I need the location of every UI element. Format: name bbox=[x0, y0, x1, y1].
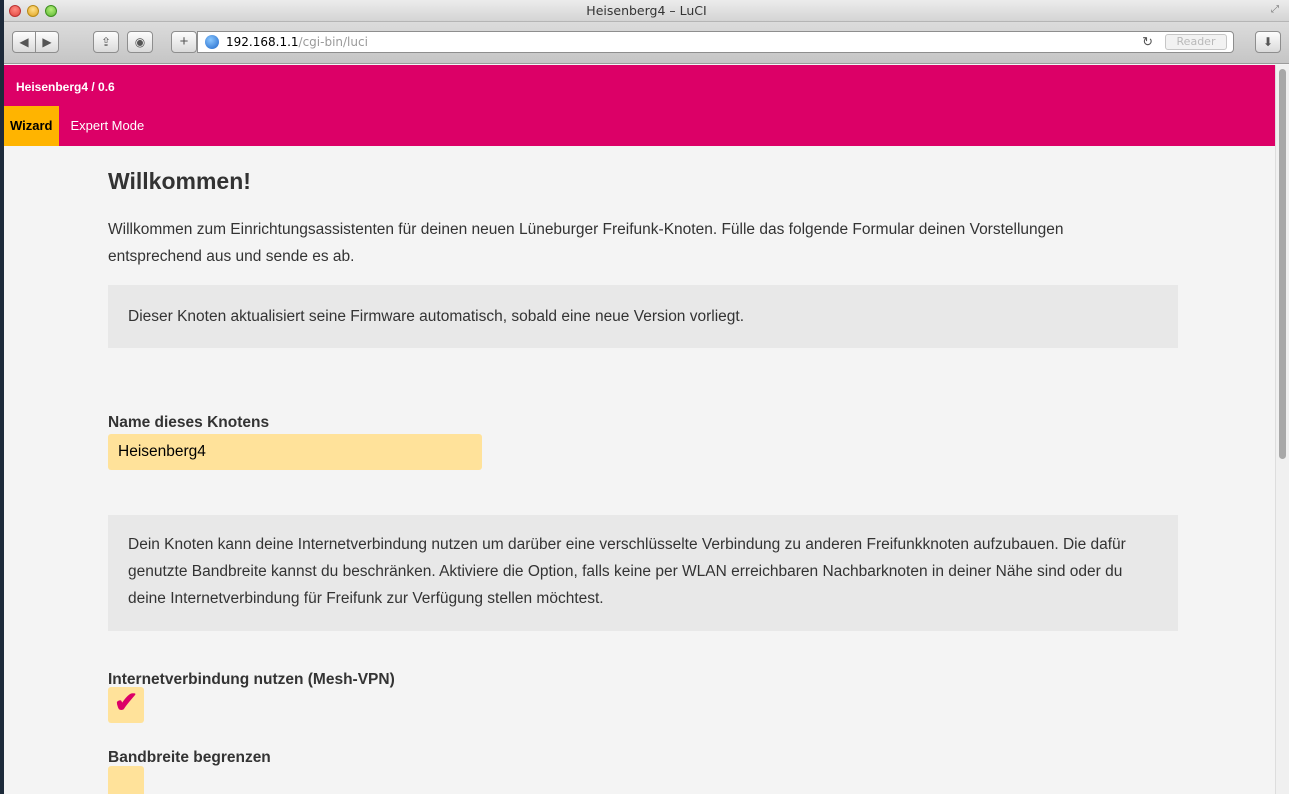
url-host: 192.168.1.1 bbox=[226, 35, 299, 49]
url-path: /cgi-bin/luci bbox=[298, 35, 368, 49]
web-page: Heisenberg4 / 0.6 Wizard Expert Mode Wil… bbox=[4, 65, 1275, 794]
brand-title: Heisenberg4 / 0.6 bbox=[16, 80, 115, 94]
fullscreen-icon[interactable]: ⤢ bbox=[1271, 4, 1283, 16]
scrollbar-thumb[interactable] bbox=[1279, 69, 1286, 459]
hostname-input[interactable] bbox=[108, 434, 482, 470]
reader-button[interactable]: Reader bbox=[1165, 34, 1227, 50]
downloads-button[interactable]: ⬇ bbox=[1255, 31, 1281, 53]
page-title: Willkommen! bbox=[108, 168, 251, 194]
browser-toolbar: ◀ ▶ ⇪ ◉ + 192.168.1.1/cgi-bin/luci ↻ Rea… bbox=[4, 22, 1289, 64]
address-bar[interactable]: 192.168.1.1/cgi-bin/luci ↻ Reader bbox=[197, 31, 1234, 53]
nav-item-wizard[interactable]: Wizard bbox=[4, 106, 59, 146]
window-title: Heisenberg4 – LuCI bbox=[586, 3, 707, 18]
mesh-vpn-notice: Dein Knoten kann deine Internetverbindun… bbox=[108, 515, 1178, 631]
hostname-label: Name dieses Knotens bbox=[108, 414, 270, 431]
intro-text: Willkommen zum Einrichtungsassistenten f… bbox=[108, 221, 1064, 265]
back-button[interactable]: ◀ bbox=[12, 31, 36, 53]
title-bar: Heisenberg4 – LuCI ⤢ bbox=[4, 0, 1289, 22]
share-icon: ⇪ bbox=[100, 35, 112, 49]
nav-item-expert-mode[interactable]: Expert Mode bbox=[59, 106, 151, 146]
top-sites-button[interactable]: ◉ bbox=[127, 31, 153, 53]
forward-button[interactable]: ▶ bbox=[35, 31, 59, 53]
globe-icon bbox=[205, 35, 219, 49]
main-nav: Wizard Expert Mode bbox=[4, 106, 150, 146]
mesh-vpn-label: Internetverbindung nutzen (Mesh-VPN) bbox=[108, 671, 395, 688]
back-arrow-icon: ◀ bbox=[19, 35, 29, 49]
autoupdate-notice: Dieser Knoten aktualisiert seine Firmwar… bbox=[108, 285, 1178, 348]
reload-icon[interactable]: ↻ bbox=[1142, 34, 1153, 50]
mesh-vpn-checkbox[interactable]: ✔ bbox=[108, 687, 144, 723]
download-icon: ⬇ bbox=[1262, 35, 1274, 49]
url-text[interactable]: 192.168.1.1/cgi-bin/luci bbox=[226, 35, 368, 49]
new-tab-button[interactable]: + bbox=[171, 31, 197, 53]
bandwidth-limit-checkbox[interactable] bbox=[108, 766, 144, 794]
vertical-scrollbar[interactable] bbox=[1275, 65, 1289, 794]
checkmark-icon: ✔ bbox=[114, 687, 139, 719]
site-header: Heisenberg4 / 0.6 Wizard Expert Mode bbox=[4, 65, 1275, 146]
share-button[interactable]: ⇪ bbox=[93, 31, 119, 53]
browser-window: Heisenberg4 – LuCI ⤢ ◀ ▶ ⇪ ◉ + 192.168.1… bbox=[4, 0, 1289, 794]
bandwidth-limit-label: Bandbreite begrenzen bbox=[108, 749, 271, 766]
top-sites-icon: ◉ bbox=[134, 35, 146, 49]
forward-arrow-icon: ▶ bbox=[42, 35, 52, 49]
plus-icon: + bbox=[179, 33, 189, 50]
